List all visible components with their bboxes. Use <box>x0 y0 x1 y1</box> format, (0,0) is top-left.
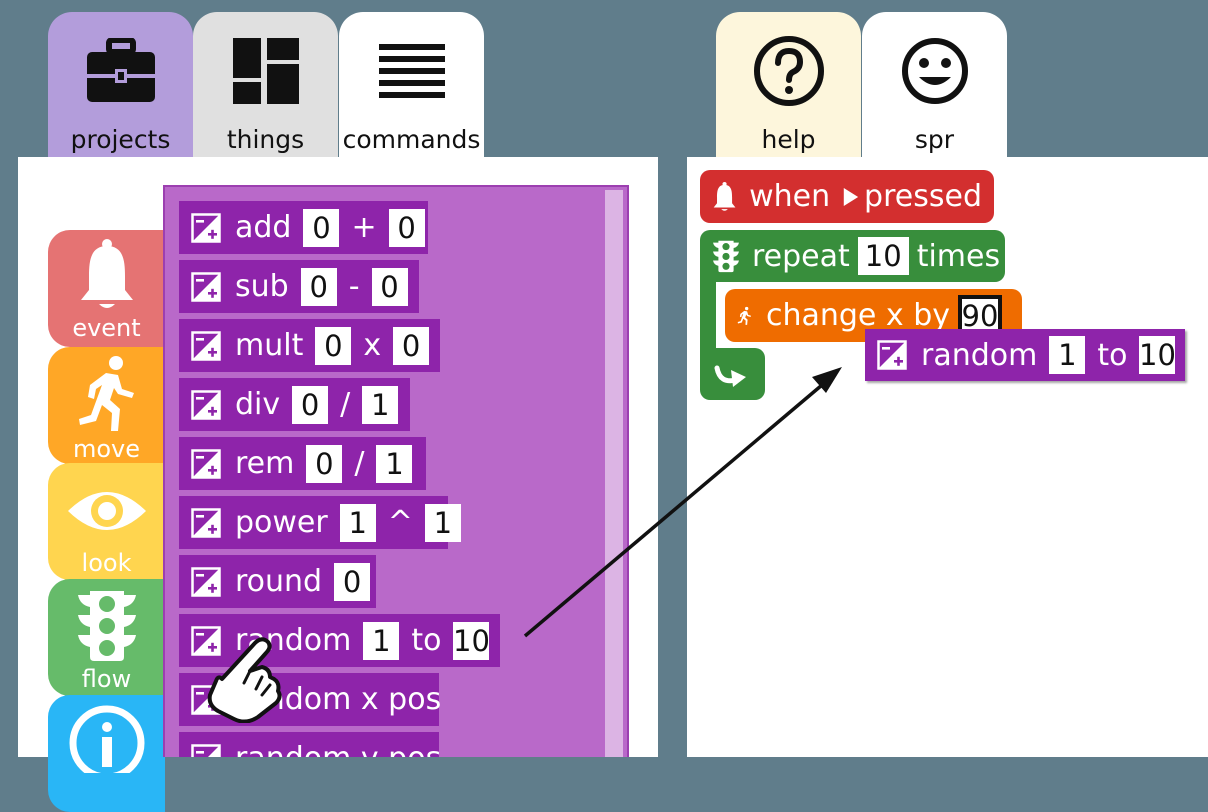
block-div[interactable]: div 0 / 1 <box>179 378 410 431</box>
category-move-label: move <box>72 435 141 463</box>
value-input[interactable]: 10 <box>1139 336 1176 374</box>
change-x-label: change x by <box>765 298 950 333</box>
tab-projects[interactable]: projects <box>48 12 193 158</box>
value-input[interactable]: 0 <box>303 208 340 247</box>
calc-icon <box>191 567 221 597</box>
block-label: rem <box>235 446 295 481</box>
operator: - <box>348 269 360 304</box>
calc-icon <box>191 272 221 302</box>
eye-icon <box>67 492 146 530</box>
repeat-block-arm <box>700 270 716 360</box>
value-input[interactable]: 0 <box>292 385 329 424</box>
block-label: mult <box>235 328 304 363</box>
operator: to <box>1097 337 1128 373</box>
hand-pointer-icon <box>207 637 282 723</box>
block-round[interactable]: round 0 <box>179 555 376 608</box>
category-info[interactable] <box>48 695 165 812</box>
repeat-label: repeat <box>752 238 850 274</box>
block-rem[interactable]: rem 0 / 1 <box>179 437 426 490</box>
tab-sprite-label: spr <box>914 125 955 154</box>
tab-things-label: things <box>226 125 305 154</box>
category-move[interactable]: move <box>48 347 165 464</box>
pressed-label: pressed <box>864 179 982 214</box>
help-circle-icon <box>753 36 825 106</box>
value-input[interactable]: 0 <box>388 208 425 247</box>
block-label: div <box>235 387 281 422</box>
category-flow[interactable]: flow <box>48 579 165 696</box>
value-input[interactable]: 0 <box>300 267 337 306</box>
value-input[interactable]: 1 <box>339 503 376 542</box>
block-label: random <box>921 337 1038 373</box>
calc-icon <box>191 390 221 420</box>
value-input[interactable]: 0 <box>315 326 352 365</box>
times-label: times <box>916 238 1001 274</box>
calc-icon <box>191 331 221 361</box>
tab-help[interactable]: help <box>716 12 861 158</box>
menu-lines-icon <box>378 36 445 106</box>
operator: / <box>354 446 365 481</box>
when-label: when <box>749 179 831 214</box>
block-label: round <box>235 564 323 599</box>
block-power[interactable]: power 1 ^ 1 <box>179 496 461 549</box>
palette-scrollbar[interactable] <box>605 190 623 757</box>
info-icon <box>69 705 144 773</box>
category-look[interactable]: look <box>48 463 165 580</box>
tab-commands[interactable]: commands <box>339 12 484 158</box>
category-flow-label: flow <box>81 665 132 693</box>
operator: / <box>340 387 351 422</box>
briefcase-icon <box>85 36 157 106</box>
block-random-y-pos[interactable]: random y pos <box>179 732 441 758</box>
value-input[interactable]: 0 <box>306 444 343 483</box>
calc-icon <box>191 744 221 758</box>
block-label: sub <box>235 269 289 304</box>
run-icon <box>737 306 752 325</box>
run-icon <box>78 356 134 431</box>
tab-projects-label: projects <box>70 125 171 154</box>
traffic-light-icon <box>77 591 136 661</box>
traffic-light-icon <box>713 240 739 273</box>
repeat-count-input[interactable]: 10 <box>857 237 909 275</box>
category-event-label: event <box>72 314 141 342</box>
repeat-header: repeat 10 times <box>700 230 1012 282</box>
loop-arrow-icon <box>714 365 746 387</box>
block-add[interactable]: add 0 + 0 <box>179 201 428 254</box>
calc-icon <box>191 449 221 479</box>
dashboard-icon <box>232 36 299 106</box>
smiley-icon <box>901 36 969 106</box>
value-input[interactable]: 0 <box>371 267 408 306</box>
bell-icon <box>713 181 736 211</box>
value-input[interactable]: 1 <box>424 503 461 542</box>
operator: + <box>351 210 377 245</box>
operator: to <box>411 623 442 658</box>
calc-icon <box>191 508 221 538</box>
calc-icon <box>877 340 907 370</box>
value-input[interactable]: 0 <box>393 326 430 365</box>
block-sub[interactable]: sub 0 - 0 <box>179 260 419 313</box>
block-mult[interactable]: mult 0 x 0 <box>179 319 440 372</box>
block-label: power <box>235 505 328 540</box>
value-input[interactable]: 0 <box>334 562 371 601</box>
calc-icon <box>191 213 221 243</box>
operator: ^ <box>387 505 413 540</box>
bell-icon <box>80 239 133 308</box>
tab-commands-label: commands <box>342 125 481 154</box>
value-input[interactable]: 1 <box>363 621 400 660</box>
value-input[interactable]: 1 <box>1049 336 1086 374</box>
when-pressed-block[interactable]: when pressed <box>700 170 994 223</box>
block-label: add <box>235 210 292 245</box>
value-input[interactable]: 1 <box>362 385 399 424</box>
play-icon <box>843 187 859 206</box>
tab-help-label: help <box>761 125 816 154</box>
tab-things[interactable]: things <box>193 12 338 158</box>
value-input[interactable]: 1 <box>376 444 413 483</box>
tab-sprite[interactable]: spr <box>862 12 1007 158</box>
dropped-random-block[interactable]: random 1 to 10 <box>865 329 1185 381</box>
operator: x <box>363 328 382 363</box>
block-label: random y pos <box>235 741 441 757</box>
category-look-label: look <box>81 549 132 577</box>
value-input[interactable]: 10 <box>453 621 490 660</box>
category-event[interactable]: event <box>48 230 165 347</box>
